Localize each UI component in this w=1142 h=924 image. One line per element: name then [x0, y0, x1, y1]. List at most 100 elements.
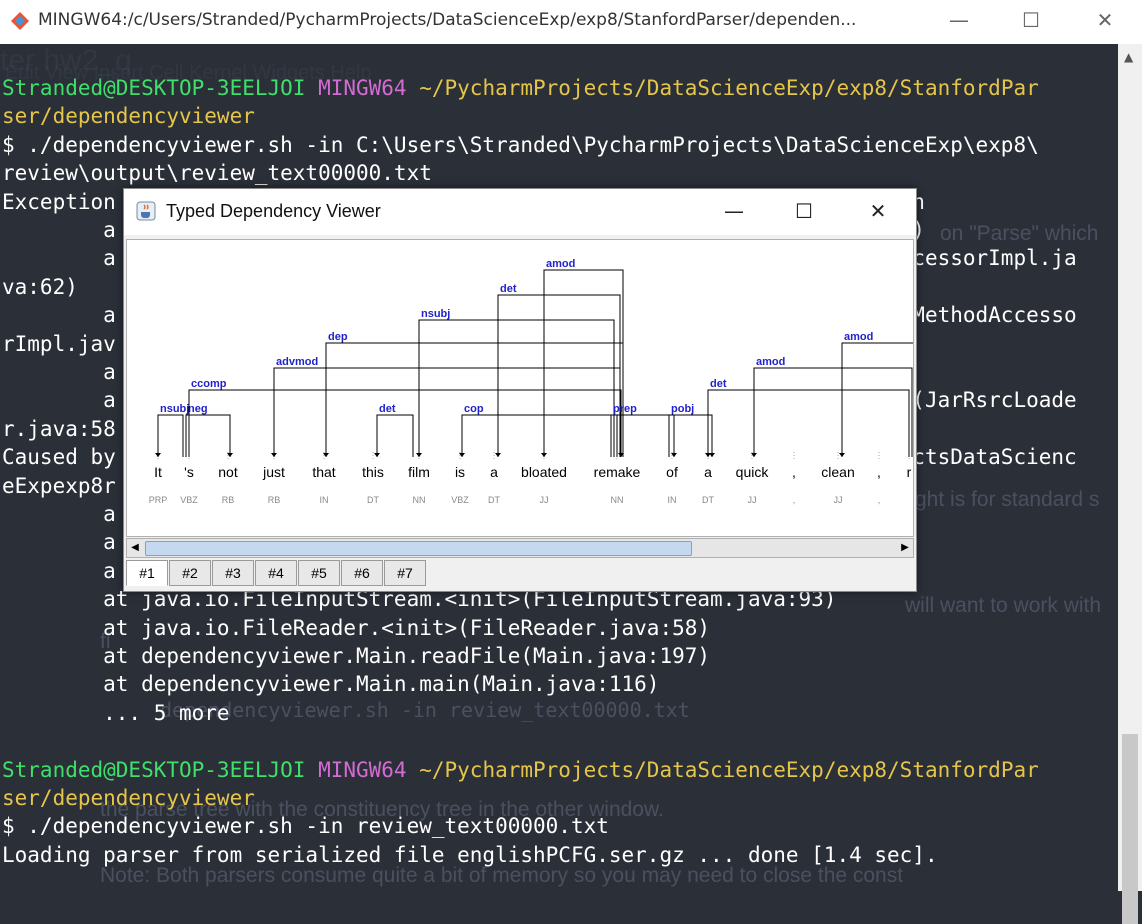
terminal-text: ser/dependencyviewer [2, 786, 255, 810]
terminal-line: at dependencyviewer.Main.main(Main.java:… [2, 670, 659, 698]
pos-tag: JJ [748, 495, 757, 505]
scroll-left-icon[interactable]: ◀ [127, 539, 143, 557]
close-button[interactable]: ✕ [1082, 0, 1128, 44]
hscroll-thumb[interactable] [145, 541, 692, 556]
terminal-line: at java.io.FileReader.<init>(FileReader.… [2, 614, 710, 642]
word-token: r [907, 464, 912, 480]
terminal-line: ... 5 more [2, 699, 230, 727]
scrollbar-thumb[interactable] [1122, 734, 1138, 924]
dependency-arc [707, 389, 910, 457]
scroll-right-icon[interactable]: ▶ [897, 539, 913, 557]
dependency-label: nsubj [160, 403, 189, 415]
terminal-text: a [2, 502, 116, 526]
git-bash-icon [11, 12, 29, 30]
terminal-line: a [2, 557, 116, 585]
word-token: a [704, 464, 712, 480]
dependency-label: pobj [671, 403, 694, 415]
terminal-line: Loading parser from serialized file engl… [2, 841, 938, 869]
dependency-arc [325, 342, 624, 457]
terminal-scrollbar[interactable]: ▲ [1118, 44, 1142, 924]
maximize-button[interactable]: ☐ [1008, 0, 1054, 44]
terminal-line: $ ./dependencyviewer.sh -in C:\Users\Str… [2, 131, 1039, 159]
terminal-text: review\output\review_text00000.txt [2, 161, 432, 186]
terminal-text: $ ./dependencyviewer.sh -in review_text0… [2, 814, 609, 839]
tab-sentence-2[interactable]: #2 [169, 560, 211, 586]
terminal-text: ... 5 more [2, 700, 230, 725]
terminal-text: Loading parser from serialized file engl… [2, 842, 938, 867]
tab-sentence-5[interactable]: #5 [298, 560, 340, 586]
arc-arrowhead [495, 453, 501, 457]
dependency-arc [157, 414, 184, 457]
window-titlebar: MINGW64:/c/Users/Stranded/PycharmProject… [0, 0, 1142, 44]
terminal-text: a [2, 530, 116, 555]
dependency-arc [188, 389, 622, 457]
viewer-maximize-button[interactable]: ☐ [776, 189, 832, 235]
viewer-titlebar: Typed Dependency Viewer — ☐ ✕ [124, 189, 916, 235]
terminal-line: review\output\review_text00000.txt [2, 159, 432, 187]
tab-sentence-1[interactable]: #1 [126, 560, 168, 586]
terminal-line: a [2, 358, 116, 386]
arc-arrowhead [541, 453, 547, 457]
dependency-label: det [710, 378, 727, 390]
dependency-viewer-window: Typed Dependency Viewer — ☐ ✕ It PRP 's VBZ… [123, 188, 917, 592]
terminal-line: $ ./dependencyviewer.sh -in review_text0… [2, 812, 609, 840]
dependency-graph-canvas[interactable]: It PRP 's VBZ not RB just RB that IN this DT film NN i… [126, 239, 914, 537]
terminal-text: r.java:58 [2, 416, 116, 441]
terminal-line: at dependencyviewer.Main.readFile(Main.j… [2, 642, 710, 670]
tab-sentence-7[interactable]: #7 [384, 560, 426, 586]
dependency-label: advmod [276, 356, 318, 368]
terminal-text: ~/PycharmProjects/DataScienceExp/exp8/St… [419, 757, 1039, 782]
terminal-line: ser/dependencyviewer [2, 102, 255, 130]
terminal-text: at dependencyviewer.Main.main(Main.java:… [2, 672, 660, 697]
tab-sentence-4[interactable]: #4 [255, 560, 297, 586]
pos-tag: PRP [149, 495, 168, 505]
word-token: 's [184, 464, 194, 480]
pos-tag: NN [611, 495, 624, 505]
dependency-arc [753, 367, 913, 457]
dependency-arc [185, 414, 231, 457]
pos-tag: JJ [834, 495, 843, 505]
dependency-label: amod [756, 356, 785, 368]
arc-arrowhead [705, 453, 711, 457]
terminal-text: ~/PycharmProjects/DataScienceExp/exp8/St… [419, 76, 1039, 100]
word-token: that [312, 464, 335, 480]
word-token: , [792, 464, 796, 480]
viewer-minimize-button[interactable]: — [706, 189, 762, 235]
terminal-text: a [2, 558, 116, 583]
terminal-text: rImpl.jav [2, 331, 116, 356]
terminal-text: a [2, 360, 116, 384]
terminal-text: va:62) [2, 274, 78, 299]
minimize-button[interactable]: — [936, 0, 982, 44]
terminal-line: a [2, 528, 116, 556]
terminal-line: Stranded@DESKTOP-3EELJOI MINGW64 ~/Pycha… [2, 756, 1039, 784]
word-token: a [490, 464, 498, 480]
dependency-label: amod [844, 331, 873, 343]
dependency-label: nsubj [421, 308, 450, 320]
pos-tag: RB [222, 495, 235, 505]
word-token: remake [594, 464, 641, 480]
word-token: just [262, 464, 285, 480]
viewer-close-button[interactable]: ✕ [850, 189, 906, 235]
scroll-up-icon[interactable]: ▲ [1124, 50, 1133, 64]
pos-tag: DT [488, 495, 500, 505]
viewer-horizontal-scrollbar[interactable]: ◀ ▶ [126, 538, 914, 558]
word-token: of [666, 464, 678, 480]
dependency-arc [461, 414, 618, 457]
pos-tag: VBZ [451, 495, 469, 505]
word-token: this [362, 464, 384, 480]
dependency-label: ccomp [191, 378, 227, 390]
terminal-text: MINGW64 [318, 76, 420, 100]
pos-tag: , [878, 495, 881, 505]
terminal-text: $ ./dependencyviewer.sh -in C:\Users\Str… [2, 132, 1039, 157]
word-token: clean [821, 464, 854, 480]
dependency-label: neg [188, 403, 208, 415]
terminal-line: a [2, 500, 116, 528]
viewer-title: Typed Dependency Viewer [166, 201, 381, 221]
java-cup-icon [136, 201, 156, 221]
dependency-label: cop [464, 403, 484, 415]
pos-tag: , [793, 495, 796, 505]
pos-tag: DT [702, 495, 714, 505]
pos-tag: JJ [540, 495, 549, 505]
tab-sentence-3[interactable]: #3 [212, 560, 254, 586]
tab-sentence-6[interactable]: #6 [341, 560, 383, 586]
